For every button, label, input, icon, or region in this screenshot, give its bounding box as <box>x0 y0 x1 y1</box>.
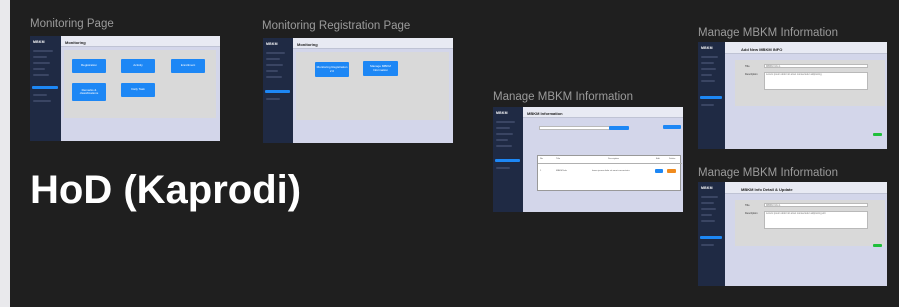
title-label: Title <box>745 65 750 68</box>
sidebar-item[interactable] <box>33 56 47 58</box>
sidebar-item[interactable] <box>266 76 282 78</box>
app-logo: MBKM <box>33 40 45 44</box>
delete-button[interactable] <box>667 169 676 173</box>
description-input[interactable]: Lorem ipsum dolor sit amet consectetur a… <box>764 211 868 229</box>
update-button[interactable] <box>873 244 882 247</box>
sidebar: MBKM <box>493 107 523 212</box>
sidebar-item[interactable] <box>701 62 714 64</box>
sidebar: MBKM <box>263 38 293 143</box>
enrollment-button[interactable]: Enrollment <box>171 59 205 73</box>
header-no: No <box>540 158 543 160</box>
sidebar-item[interactable] <box>701 214 712 216</box>
frame-add-info[interactable]: MBKM Add New MBKM INFO Title MBKM Info 1… <box>698 42 887 149</box>
search-input[interactable] <box>539 126 611 130</box>
sidebar-item[interactable] <box>701 208 716 210</box>
manage-mbkm-info-button[interactable]: Manage MBKM Information <box>363 61 398 76</box>
page-title: Add New MBKM INFO <box>741 47 783 52</box>
sidebar-item[interactable] <box>33 68 45 70</box>
header-title: Title <box>556 158 561 160</box>
sidebar-item[interactable] <box>701 244 714 246</box>
cell-title: MBKM Info <box>556 170 567 172</box>
sidebar-item-active[interactable] <box>495 159 520 162</box>
sidebar-item[interactable] <box>266 98 280 100</box>
frame-label-monitoring: Monitoring Page <box>30 18 114 30</box>
app-logo: MBKM <box>266 42 278 46</box>
activity-button[interactable]: Activity <box>121 59 155 73</box>
sidebar-item[interactable] <box>701 220 715 222</box>
sidebar-item[interactable] <box>266 64 283 66</box>
page-title: Monitoring <box>297 42 318 47</box>
sidebar-item[interactable] <box>33 62 50 64</box>
design-canvas: Monitoring Page MBKM Monitoring Registra… <box>10 0 899 307</box>
sidebar: MBKM <box>30 36 61 141</box>
sidebar-item[interactable] <box>266 52 285 54</box>
sidebar-item[interactable] <box>701 80 715 82</box>
title-input[interactable]: MBKM Info 1 <box>764 203 868 207</box>
monitoring-registration-button[interactable]: Monitoring Registration 2.0 <box>315 62 349 77</box>
sidebar-item-active[interactable] <box>32 86 58 89</box>
page-title: MBKM Info Detail & Update <box>741 187 793 192</box>
description-label: Description <box>745 73 758 76</box>
sidebar-item[interactable] <box>701 74 712 76</box>
sidebar-item[interactable] <box>33 94 47 96</box>
sidebar-item[interactable] <box>266 70 278 72</box>
sidebar-item[interactable] <box>496 133 513 135</box>
sidebar: MBKM <box>698 182 725 286</box>
remarks-button[interactable]: Remarks & classifications <box>72 83 106 101</box>
edit-button[interactable] <box>655 169 663 173</box>
sidebar-item[interactable] <box>496 127 510 129</box>
description-label: Description <box>745 212 758 215</box>
frame-label-detail-info: Manage MBKM Information <box>698 167 838 179</box>
header-delete: Delete <box>669 158 676 160</box>
frame-label-monitoring-registration: Monitoring Registration Page <box>262 20 411 32</box>
sidebar-item[interactable] <box>701 56 718 58</box>
header-description: Description <box>608 158 619 160</box>
sidebar-item[interactable] <box>496 139 508 141</box>
cell-description: lorem ipsum dolor sit amet consectetur <box>592 170 630 172</box>
sidebar-item[interactable] <box>496 167 510 169</box>
sidebar-item-active[interactable] <box>700 236 722 239</box>
app-logo: MBKM <box>496 111 508 115</box>
sidebar-item[interactable] <box>496 121 515 123</box>
sidebar-item[interactable] <box>701 196 718 198</box>
sidebar: MBKM <box>698 42 725 149</box>
sidebar-item[interactable] <box>701 68 716 70</box>
frame-monitoring[interactable]: MBKM Monitoring Registration Activity En… <box>30 36 220 141</box>
sidebar-item[interactable] <box>496 145 512 147</box>
page-title: Monitoring <box>65 40 86 45</box>
description-input[interactable]: Lorem ipsum dolor sit amet consectetur a… <box>764 72 868 90</box>
role-headline: HoD (Kaprodi) <box>30 168 302 212</box>
daily-task-button[interactable]: Daily Task <box>121 83 155 97</box>
sidebar-item[interactable] <box>33 100 51 102</box>
search-button[interactable] <box>609 126 629 130</box>
sidebar-item[interactable] <box>33 74 49 76</box>
info-table: No Title Description Edit Delete 1 MBKM … <box>537 155 682 191</box>
frame-monitoring-registration[interactable]: MBKM Monitoring Monitoring Registration … <box>263 38 453 143</box>
app-logo: MBKM <box>701 186 713 190</box>
sidebar-item[interactable] <box>266 58 280 60</box>
header-edit: Edit <box>656 158 660 160</box>
app-logo: MBKM <box>701 46 713 50</box>
save-button[interactable] <box>873 133 882 136</box>
page-title: MBKM Information <box>527 111 563 116</box>
title-label: Title <box>745 204 750 207</box>
frame-label-manage-info: Manage MBKM Information <box>493 91 633 103</box>
sidebar-item[interactable] <box>701 202 714 204</box>
add-info-button[interactable] <box>663 125 681 129</box>
sidebar-item[interactable] <box>701 104 714 106</box>
cell-no: 1 <box>540 170 542 172</box>
frame-manage-info[interactable]: MBKM MBKM Information No Title Descripti… <box>493 107 683 212</box>
sidebar-item[interactable] <box>33 50 53 52</box>
frame-label-add-info: Manage MBKM Information <box>698 27 838 39</box>
sidebar-item-active[interactable] <box>265 90 290 93</box>
table-divider <box>538 163 682 164</box>
registration-button[interactable]: Registration <box>72 59 106 73</box>
frame-detail-info[interactable]: MBKM MBKM Info Detail & Update Title MBK… <box>698 182 887 286</box>
sidebar-item-active[interactable] <box>700 96 722 99</box>
title-input[interactable]: MBKM Info 1 <box>764 64 868 68</box>
